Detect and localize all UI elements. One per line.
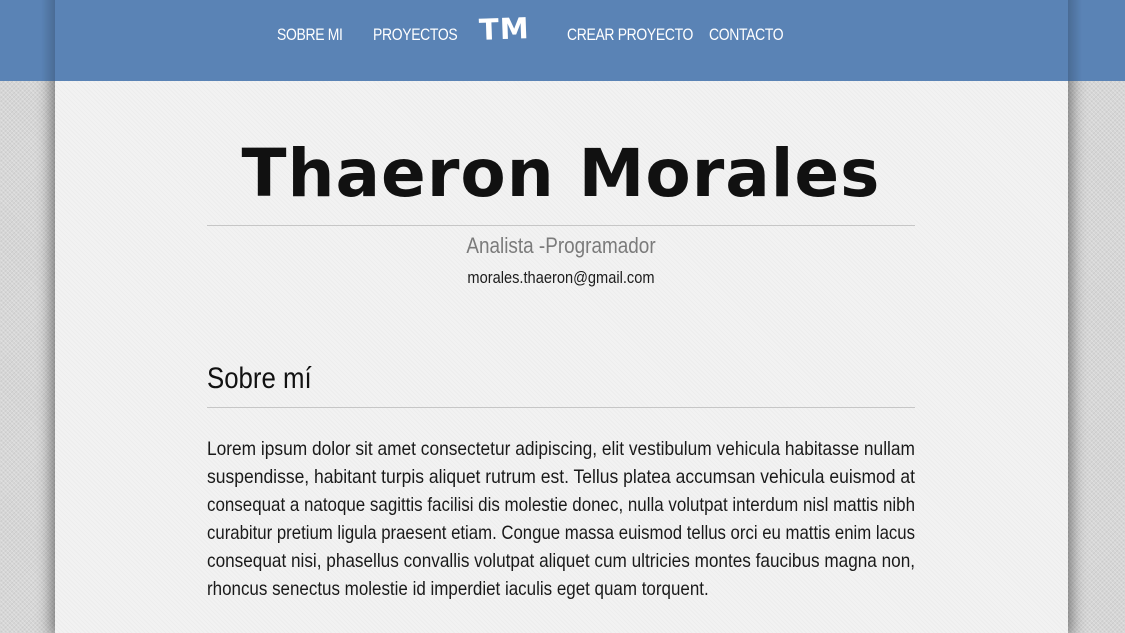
navbar-shadow-right: [1068, 0, 1082, 81]
navbar-shadow-left: [41, 0, 55, 81]
profile-email[interactable]: morales.thaeron@gmail.com: [257, 268, 866, 288]
nav-contacto[interactable]: CONTACTO: [709, 25, 784, 45]
section-divider: [207, 407, 915, 408]
about-line: Lorem ipsum dolor sit amet consectetur a…: [207, 438, 915, 460]
about-line: curabitur pretium ligula praesent etiam.…: [207, 522, 915, 544]
about-paragraph: Lorem ipsum dolor sit amet consectetur a…: [207, 435, 915, 603]
about-line: rhoncus senectus molestie id imperdiet i…: [207, 578, 709, 600]
profile-role: Analista -Programador: [466, 233, 656, 258]
header-divider: [207, 225, 915, 226]
nav-sobre-mi[interactable]: SOBRE MI: [277, 25, 343, 45]
nav-logo-home[interactable]: TM: [478, 11, 530, 47]
about-line: suspendisse, habitant turpis aliquet rut…: [207, 466, 915, 488]
section-title-about: Sobre mí: [207, 362, 312, 395]
profile-name: Thaeron Morales: [241, 135, 881, 212]
about-line: consequat a natoque sagittis facilisi di…: [207, 494, 916, 516]
about-line: consequat nisi, phasellus convallis volu…: [207, 550, 916, 572]
nav-crear-proyecto[interactable]: CREAR PROYECTO: [567, 25, 693, 45]
top-navbar: SOBRE MI PROYECTOS TM CREAR PROYECTO CON…: [0, 0, 1125, 81]
nav-proyectos[interactable]: PROYECTOS: [373, 25, 458, 45]
